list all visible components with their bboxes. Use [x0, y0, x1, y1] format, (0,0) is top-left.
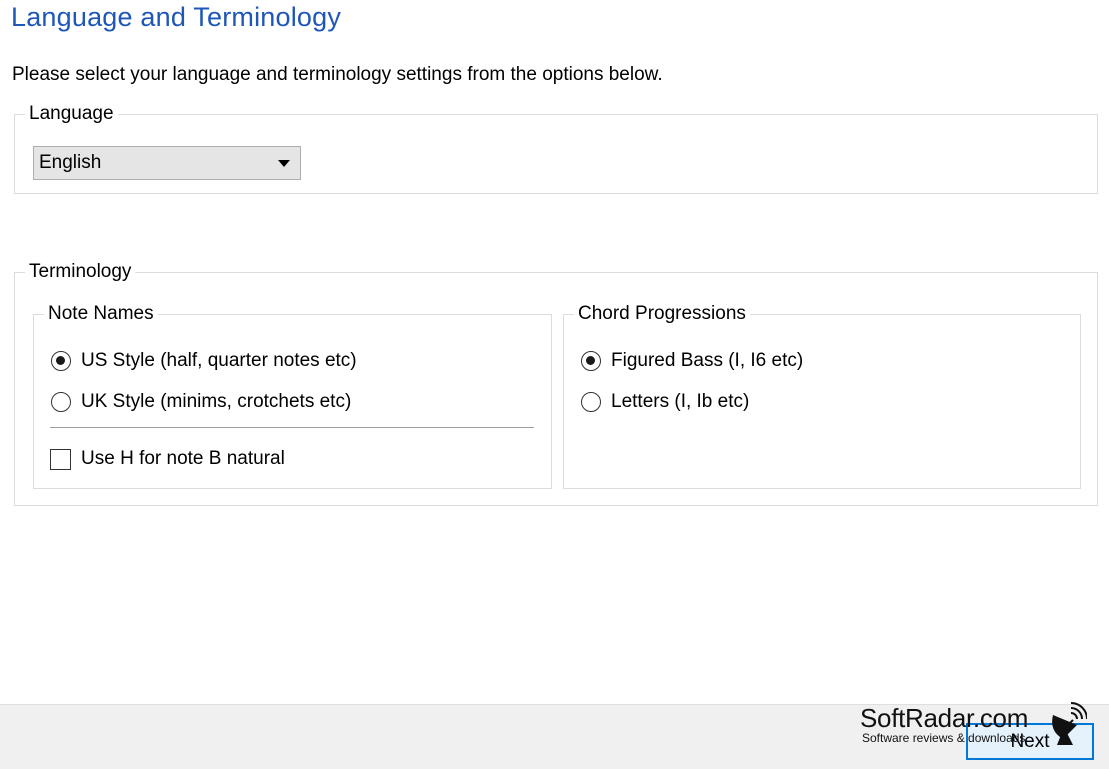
checkbox-box: [50, 448, 71, 470]
radio-us-style-label: US Style (half, quarter notes etc): [81, 350, 357, 371]
intro-text: Please select your language and terminol…: [12, 64, 663, 85]
radio-indicator: [581, 392, 601, 412]
radio-us-style[interactable]: US Style (half, quarter notes etc): [51, 350, 357, 372]
checkbox-use-h-label: Use H for note B natural: [81, 448, 285, 469]
next-button[interactable]: Next: [966, 723, 1094, 760]
language-dropdown-value: English: [39, 152, 102, 173]
terminology-legend: Terminology: [25, 260, 136, 284]
checkbox-use-h[interactable]: Use H for note B natural: [50, 448, 285, 470]
radio-uk-style[interactable]: UK Style (minims, crotchets etc): [51, 391, 351, 413]
language-dropdown[interactable]: English: [33, 146, 301, 180]
language-legend: Language: [25, 102, 118, 126]
radio-indicator: [51, 392, 71, 412]
radio-figured-bass-label: Figured Bass (I, I6 etc): [611, 350, 804, 371]
radio-figured-bass[interactable]: Figured Bass (I, I6 etc): [581, 350, 803, 372]
chord-progressions-group: Chord Progressions Figured Bass (I, I6 e…: [563, 302, 1081, 489]
footer-bar: [0, 704, 1109, 769]
language-group: Language English: [14, 102, 1098, 194]
radio-uk-style-label: UK Style (minims, crotchets etc): [81, 391, 352, 412]
terminology-group: Terminology Note Names US Style (half, q…: [14, 260, 1098, 506]
note-names-legend: Note Names: [44, 302, 158, 326]
radio-letters[interactable]: Letters (I, Ib etc): [581, 391, 749, 413]
note-names-separator: [50, 427, 534, 428]
radio-indicator: [581, 351, 601, 371]
chord-progressions-legend: Chord Progressions: [574, 302, 750, 326]
radio-indicator: [51, 351, 71, 371]
chevron-down-icon: [278, 159, 290, 167]
note-names-group: Note Names US Style (half, quarter notes…: [33, 302, 552, 489]
radio-letters-label: Letters (I, Ib etc): [611, 391, 750, 412]
page-title: Language and Terminology: [11, 2, 342, 32]
